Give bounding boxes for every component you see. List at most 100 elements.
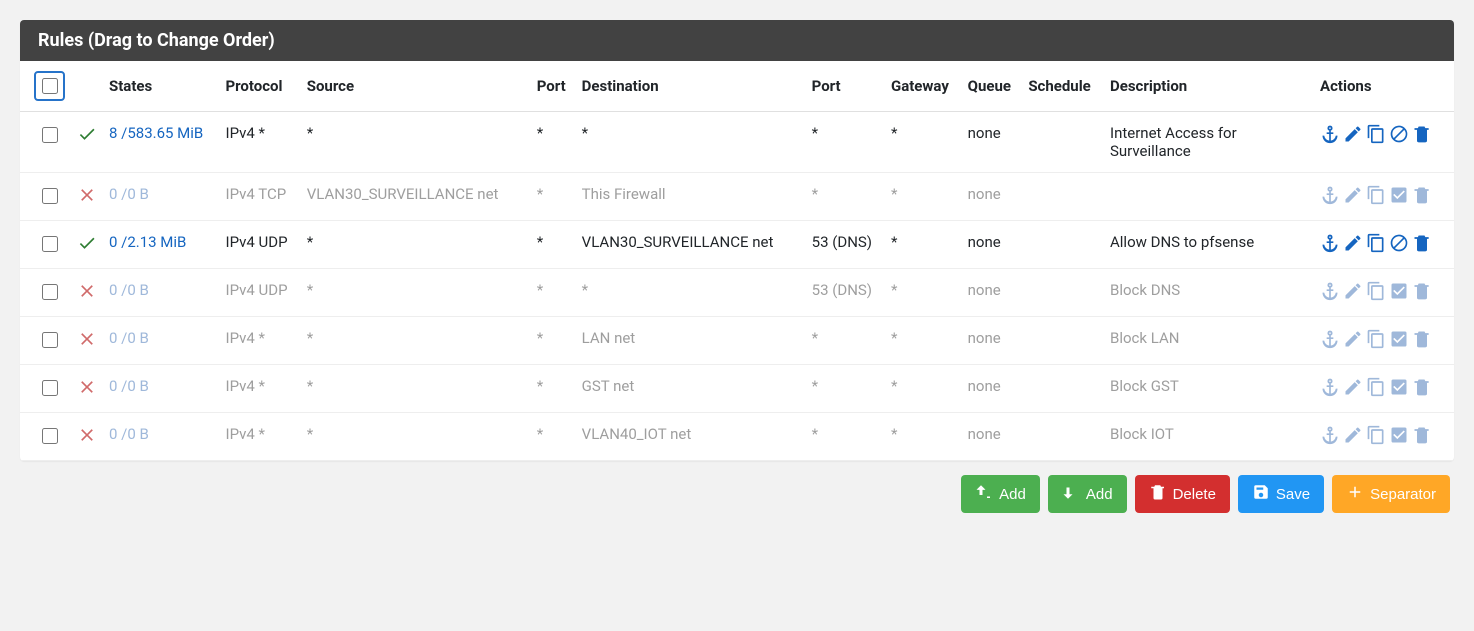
cell-port-src: * xyxy=(531,221,576,269)
col-description: Description xyxy=(1104,61,1314,112)
cell-queue: none xyxy=(962,173,1023,221)
rule-row[interactable]: 0 /0 BIPv4 ***LAN net**noneBlock LAN xyxy=(20,317,1454,365)
separator-button[interactable]: Separator xyxy=(1332,475,1450,513)
disable-icon[interactable] xyxy=(1389,233,1409,253)
cell-actions xyxy=(1314,173,1454,221)
copy-icon[interactable] xyxy=(1366,329,1386,349)
delete-button[interactable]: Delete xyxy=(1135,475,1230,513)
enable-icon[interactable] xyxy=(1389,377,1409,397)
select-all-checkbox[interactable] xyxy=(42,78,58,94)
delete-icon[interactable] xyxy=(1412,185,1432,205)
anchor-icon[interactable] xyxy=(1320,185,1340,205)
cell-destination: VLAN40_IOT net xyxy=(576,413,806,461)
add-top-button[interactable]: Add xyxy=(961,475,1040,513)
delete-icon[interactable] xyxy=(1412,425,1432,445)
col-schedule: Schedule xyxy=(1022,61,1104,112)
delete-label: Delete xyxy=(1173,486,1216,503)
copy-icon[interactable] xyxy=(1366,233,1386,253)
col-port-src: Port xyxy=(531,61,576,112)
col-select xyxy=(20,61,71,112)
block-icon xyxy=(77,377,97,397)
cell-port-src: * xyxy=(531,317,576,365)
cell-description: Block LAN xyxy=(1104,317,1314,365)
delete-icon[interactable] xyxy=(1412,281,1432,301)
enable-icon[interactable] xyxy=(1389,425,1409,445)
enable-icon[interactable] xyxy=(1389,281,1409,301)
enable-icon[interactable] xyxy=(1389,329,1409,349)
cell-destination: LAN net xyxy=(576,317,806,365)
cell-protocol: IPv4 UDP xyxy=(219,221,300,269)
cell-port-dst: 53 (DNS) xyxy=(806,221,885,269)
anchor-icon[interactable] xyxy=(1320,281,1340,301)
states-link[interactable]: 0 /0 B xyxy=(109,185,149,203)
col-gateway: Gateway xyxy=(885,61,962,112)
rule-row[interactable]: 8 /583.65 MiBIPv4 ******noneInternet Acc… xyxy=(20,112,1454,173)
rule-row[interactable]: 0 /0 BIPv4 ***VLAN40_IOT net**noneBlock … xyxy=(20,413,1454,461)
cell-gateway: * xyxy=(885,317,962,365)
cell-schedule xyxy=(1022,317,1104,365)
panel-title: Rules (Drag to Change Order) xyxy=(20,20,1454,61)
states-link[interactable]: 0 /0 B xyxy=(109,377,149,395)
add-bottom-button[interactable]: Add xyxy=(1048,475,1127,513)
row-select-checkbox[interactable] xyxy=(42,236,58,252)
edit-icon[interactable] xyxy=(1343,377,1363,397)
cell-destination: * xyxy=(576,112,806,173)
copy-icon[interactable] xyxy=(1366,281,1386,301)
pass-icon xyxy=(77,233,97,253)
cell-gateway: * xyxy=(885,413,962,461)
delete-icon[interactable] xyxy=(1412,329,1432,349)
copy-icon[interactable] xyxy=(1366,425,1386,445)
copy-icon[interactable] xyxy=(1366,377,1386,397)
rule-row[interactable]: 0 /0 BIPv4 UDP***53 (DNS)*noneBlock DNS xyxy=(20,269,1454,317)
row-select-checkbox[interactable] xyxy=(42,188,58,204)
delete-icon[interactable] xyxy=(1412,377,1432,397)
cell-destination: VLAN30_SURVEILLANCE net xyxy=(576,221,806,269)
edit-icon[interactable] xyxy=(1343,329,1363,349)
rule-row[interactable]: 0 /0 BIPv4 TCPVLAN30_SURVEILLANCE net*Th… xyxy=(20,173,1454,221)
separator-label: Separator xyxy=(1370,486,1436,503)
delete-icon[interactable] xyxy=(1412,124,1432,144)
states-link[interactable]: 0 /0 B xyxy=(109,281,149,299)
cell-source: * xyxy=(301,365,531,413)
edit-icon[interactable] xyxy=(1343,185,1363,205)
row-select-checkbox[interactable] xyxy=(42,332,58,348)
states-link[interactable]: 0 /2.13 MiB xyxy=(109,233,186,251)
cell-description: Block DNS xyxy=(1104,269,1314,317)
row-select-checkbox[interactable] xyxy=(42,380,58,396)
cell-protocol: IPv4 * xyxy=(219,112,300,173)
anchor-icon[interactable] xyxy=(1320,124,1340,144)
anchor-icon[interactable] xyxy=(1320,329,1340,349)
edit-icon[interactable] xyxy=(1343,425,1363,445)
save-label: Save xyxy=(1276,486,1310,503)
anchor-icon[interactable] xyxy=(1320,425,1340,445)
anchor-icon[interactable] xyxy=(1320,233,1340,253)
delete-icon[interactable] xyxy=(1412,233,1432,253)
save-button[interactable]: Save xyxy=(1238,475,1324,513)
states-link[interactable]: 0 /0 B xyxy=(109,329,149,347)
cell-port-src: * xyxy=(531,365,576,413)
enable-icon[interactable] xyxy=(1389,185,1409,205)
cell-protocol: IPv4 * xyxy=(219,317,300,365)
anchor-icon[interactable] xyxy=(1320,377,1340,397)
row-select-checkbox[interactable] xyxy=(42,428,58,444)
pass-icon xyxy=(77,124,97,144)
edit-icon[interactable] xyxy=(1343,233,1363,253)
cell-gateway: * xyxy=(885,221,962,269)
states-link[interactable]: 8 /583.65 MiB xyxy=(109,124,203,142)
copy-icon[interactable] xyxy=(1366,124,1386,144)
copy-icon[interactable] xyxy=(1366,185,1386,205)
level-up-icon xyxy=(975,483,993,505)
disable-icon[interactable] xyxy=(1389,124,1409,144)
cell-protocol: IPv4 TCP xyxy=(219,173,300,221)
row-select-checkbox[interactable] xyxy=(42,284,58,300)
col-destination: Destination xyxy=(576,61,806,112)
cell-actions xyxy=(1314,317,1454,365)
rule-row[interactable]: 0 /2.13 MiBIPv4 UDP**VLAN30_SURVEILLANCE… xyxy=(20,221,1454,269)
row-select-checkbox[interactable] xyxy=(42,127,58,143)
cell-gateway: * xyxy=(885,112,962,173)
edit-icon[interactable] xyxy=(1343,281,1363,301)
states-link[interactable]: 0 /0 B xyxy=(109,425,149,443)
rule-row[interactable]: 0 /0 BIPv4 ***GST net**noneBlock GST xyxy=(20,365,1454,413)
cell-source: * xyxy=(301,112,531,173)
edit-icon[interactable] xyxy=(1343,124,1363,144)
